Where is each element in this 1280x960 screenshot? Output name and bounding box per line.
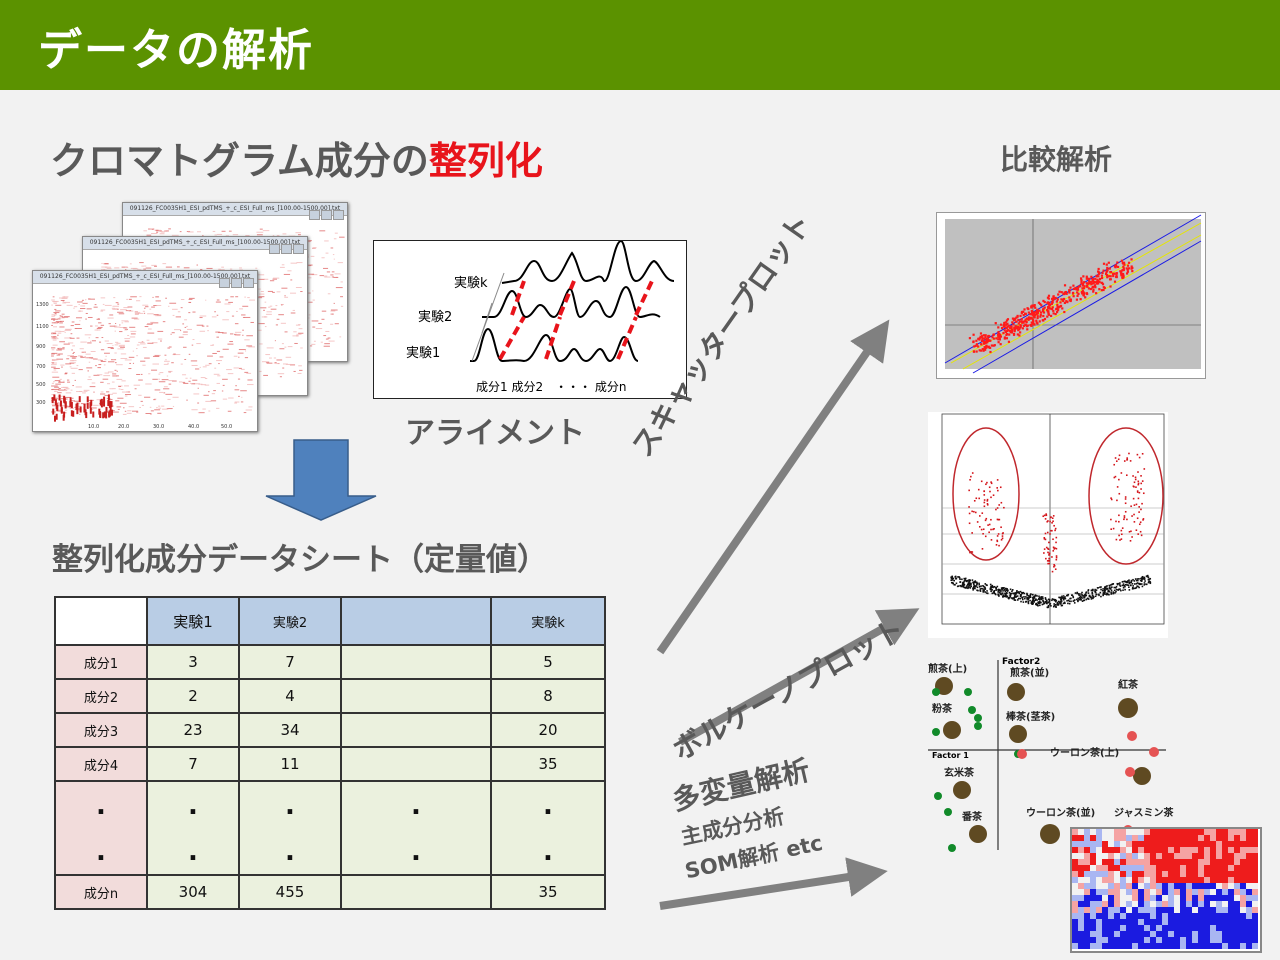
table-row: 成分2 2 4 8 [54,678,606,714]
svg-text:900: 900 [36,344,46,350]
ellipsis-cell: . [146,829,240,876]
sheet-header-corner [54,596,148,646]
cell: 23 [146,712,240,748]
cell: 20 [490,712,606,748]
volcano-plot-svg [941,413,1165,625]
diagram-footer: 成分1 成分2 ・・・ 成分n [476,380,627,394]
row-label: 成分1 [54,644,148,680]
table-row: 成分4 7 11 35 [54,746,606,782]
cell: 11 [238,746,342,782]
svg-text:700: 700 [36,364,46,370]
svg-text:30.0: 30.0 [153,424,164,430]
pca-plot-svg: Factor2 Factor 1 煎茶(上) 煎茶(並) 紅茶 粉茶 棒茶(茎茶… [928,657,1175,852]
window-buttons [308,205,344,224]
pca-label: ウーロン茶(上) [1050,746,1119,759]
ellipsis-cell: . [340,829,492,876]
alignment-label: アライメント [405,416,585,451]
cell [340,712,492,748]
pca-factor2: Factor2 [1002,657,1040,667]
ellipsis-cell: . [238,780,342,829]
table-row: 成分3 23 34 20 [54,712,606,748]
row-label: 成分n [54,874,148,910]
ellipsis-cell: . [146,780,240,829]
ellipsis-cell: . [238,829,342,876]
window-buttons [268,239,304,258]
som-heatmap-panel [1070,827,1262,953]
row-label: 成分2 [54,678,148,714]
cell: 5 [490,644,606,680]
pca-label: ジャスミン茶 [1114,806,1175,819]
chromatogram-plot-1: 1300 1100 900 700 500 300 10.0 20.0 30.0 40.0 50… [33,284,257,430]
svg-text:1100: 1100 [36,324,49,330]
svg-text:10.0: 10.0 [88,424,99,430]
svg-text:300: 300 [36,400,46,406]
pca-label: 粉茶 [932,702,953,715]
cell: 304 [146,874,240,910]
cell: 3 [146,644,240,680]
svg-text:50.0: 50.0 [221,424,232,430]
diagram-row-1: 実験1 [406,345,440,361]
svg-text:20.0: 20.0 [118,424,129,430]
svg-text:1300: 1300 [36,302,49,308]
cell: 7 [146,746,240,782]
cell: 4 [238,678,342,714]
alignment-title-main: クロマトグラム成分の [50,139,429,183]
cell: 455 [238,874,342,910]
pca-label: 煎茶(上) [928,662,967,675]
header-bar: データの解析 [0,0,1280,90]
scatter-plot-svg [944,214,1202,374]
alignment-title-accent: 整列化 [428,139,543,183]
diagram-row-k: 実験k [454,275,488,291]
cell: 2 [146,678,240,714]
pca-label: 番茶 [961,810,983,823]
down-arrow-icon [265,439,377,521]
cell: 7 [238,644,342,680]
table-row: 成分n 304 455 35 [54,874,606,910]
chromatogram-window-1: 091126_FC0035H1_ESI_pdTMS_+_c_ESI_Full_m… [32,270,258,432]
pca-label: 紅茶 [1118,678,1139,691]
sheet-header-blank [340,596,492,646]
pca-label: 煎茶(並) [1010,666,1049,679]
cell [340,746,492,782]
pca-factor1: Factor 1 [932,751,969,760]
cell [340,644,492,680]
pca-plot-panel: Factor2 Factor 1 煎茶(上) 煎茶(並) 紅茶 粉茶 棒茶(茎茶… [918,654,1180,854]
cell: 8 [490,678,606,714]
ellipsis-cell: . [54,780,148,829]
pca-label: ウーロン茶(並) [1026,806,1095,819]
pca-label: 玄米茶 [944,766,975,779]
som-heatmap-svg [1072,829,1258,949]
table-row: . . . . . [54,829,606,876]
window-buttons [218,273,254,292]
page-title: データの解析 [38,25,314,76]
ellipsis-cell: . [490,829,606,876]
data-sheet-table: 実験1 実験2 実験k 成分1 3 7 5 成分2 2 4 8 成分3 23 3… [54,596,606,910]
cell: 35 [490,746,606,782]
row-label: 成分4 [54,746,148,782]
svg-text:40.0: 40.0 [188,424,199,430]
alignment-title: クロマトグラム成分の整列化 [50,130,543,185]
volcano-plot-panel [928,412,1168,638]
diagram-row-2: 実験2 [418,309,452,325]
scatter-plot-panel [936,212,1206,379]
sheet-header-expk: 実験k [490,596,606,646]
ellipsis-cell: . [340,780,492,829]
pca-label: 棒茶(茎茶) [1006,710,1055,723]
sheet-header-exp2: 実験2 [238,596,342,646]
cell: 35 [490,874,606,910]
cell: 34 [238,712,342,748]
sheet-header-exp1: 実験1 [146,596,240,646]
ellipsis-cell: . [490,780,606,829]
comparison-title: 比較解析 [1000,143,1113,176]
table-row: 成分1 3 7 5 [54,644,606,680]
cell [340,874,492,910]
table-row: . . . . . [54,780,606,829]
ellipsis-cell: . [54,829,148,876]
cell [340,678,492,714]
sheet-title: 整列化成分データシート（定量値） [52,542,548,578]
svg-text:500: 500 [36,382,46,388]
row-label: 成分3 [54,712,148,748]
